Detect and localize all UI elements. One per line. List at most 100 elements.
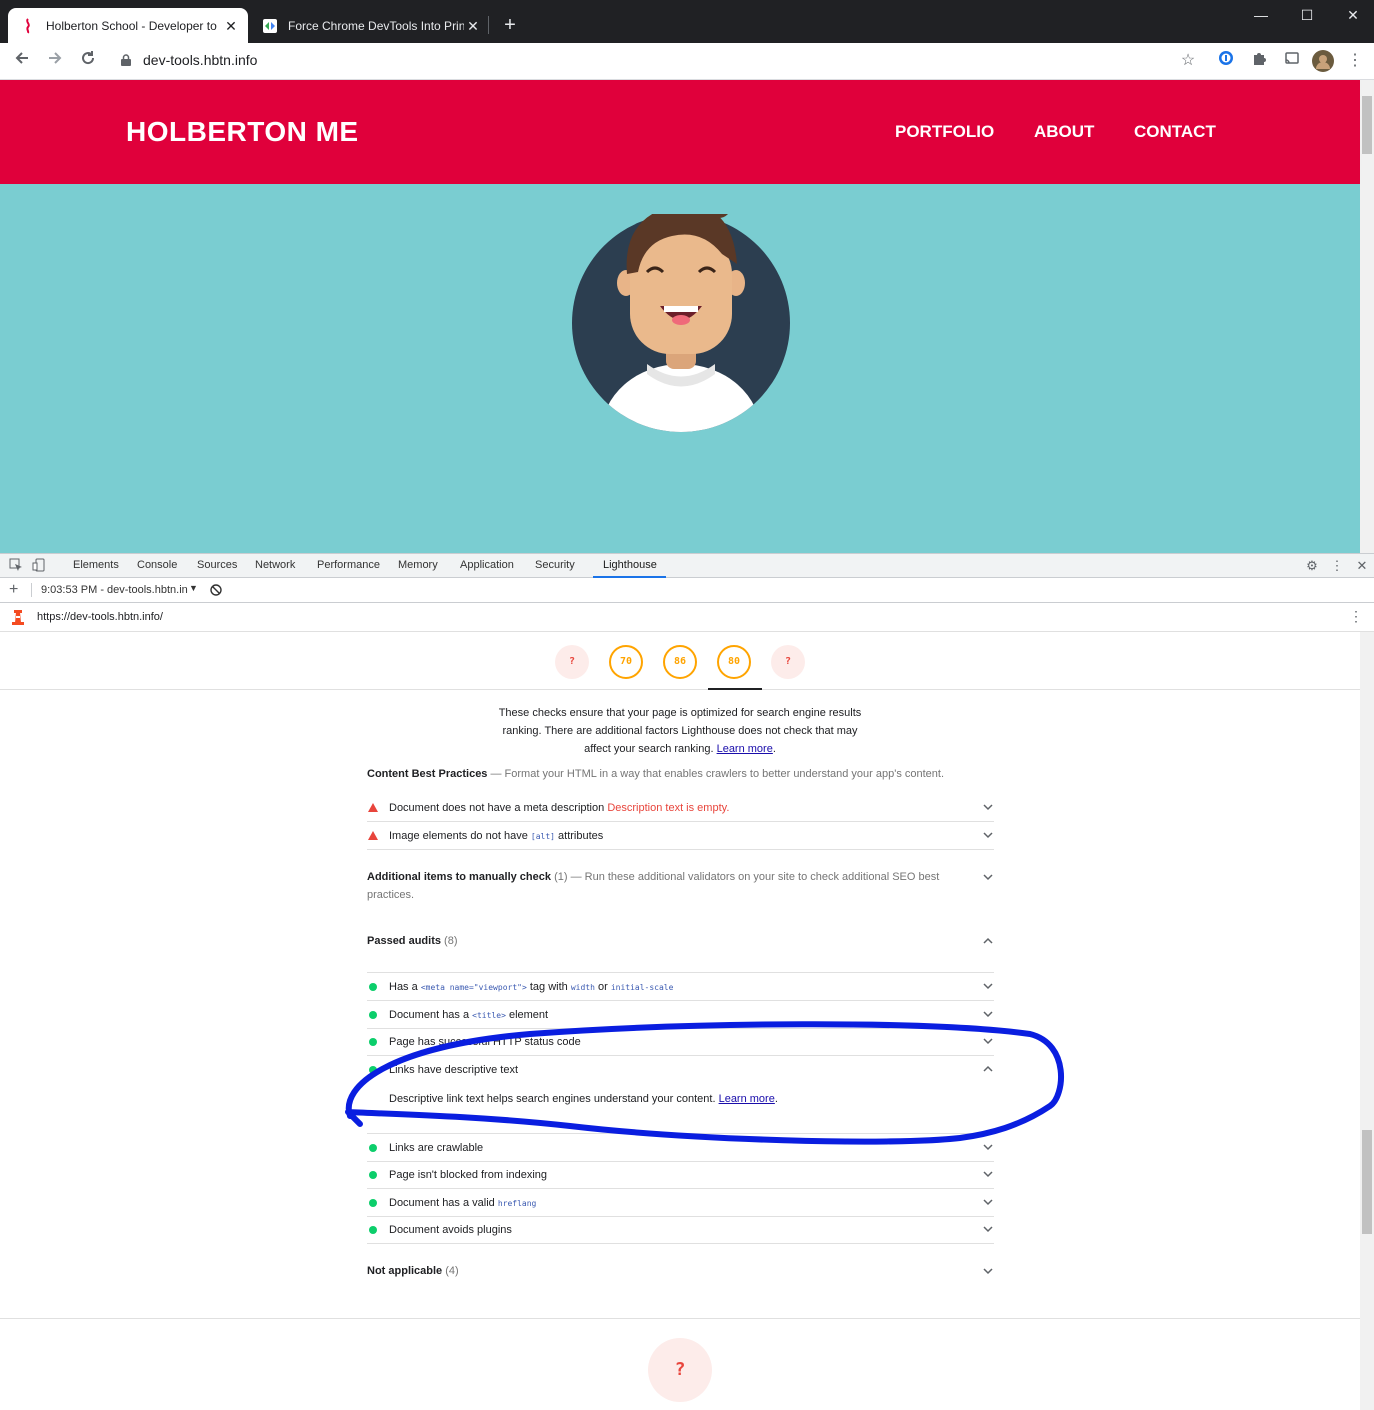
gauge-pwa[interactable]: ?	[771, 645, 805, 679]
new-tab-button[interactable]: +	[498, 14, 522, 38]
chevron-down-icon[interactable]	[982, 1168, 994, 1180]
chevron-down-icon[interactable]	[982, 1196, 994, 1208]
chevron-up-icon[interactable]	[982, 1063, 994, 1075]
gauge-best-practices[interactable]: 86	[663, 645, 697, 679]
gauge-performance[interactable]: ?	[555, 645, 589, 679]
report-scrollbar[interactable]	[1360, 632, 1374, 1410]
chevron-down-icon[interactable]	[982, 829, 994, 841]
tab-memory[interactable]: Memory	[398, 559, 438, 571]
passed-audits-header[interactable]: Passed audits (8)	[367, 932, 458, 950]
tab-network[interactable]: Network	[255, 559, 295, 571]
browser-tab-holberton[interactable]: Holberton School - Developer to ✕	[8, 8, 248, 43]
inspect-element-icon[interactable]	[8, 558, 24, 574]
back-icon[interactable]	[10, 50, 34, 72]
tab-security[interactable]: Security	[535, 559, 575, 571]
report-scroll-thumb[interactable]	[1362, 1130, 1372, 1234]
devtools-close-icon[interactable]: ✕	[1354, 558, 1370, 574]
audit-http-status[interactable]: Page has successful HTTP status code	[367, 1028, 994, 1056]
tab-console[interactable]: Console	[137, 559, 177, 571]
tab-lighthouse[interactable]: Lighthouse	[603, 559, 657, 571]
manual-check-header[interactable]: Additional items to manually check (1) —…	[367, 868, 947, 904]
tab-close-icon[interactable]: ✕	[222, 17, 240, 35]
audit-label: Document has a valid	[389, 1197, 495, 1209]
audit-label: Image elements do not have	[389, 830, 528, 842]
pass-dot-icon	[369, 1199, 377, 1207]
content-best-practices-header: Content Best Practices — Format your HTM…	[367, 765, 944, 783]
audit-hreflang[interactable]: Document has a valid hreflang	[367, 1189, 994, 1217]
chevron-down-icon[interactable]	[982, 1035, 994, 1047]
cast-icon[interactable]	[1280, 50, 1304, 72]
nav-about[interactable]: ABOUT	[1034, 122, 1094, 142]
page-scroll-thumb[interactable]	[1362, 96, 1372, 154]
report-selector[interactable]: 9:03:53 PM - dev-tools.hbtn.in	[41, 584, 188, 596]
close-window-button[interactable]: ✕	[1330, 0, 1374, 30]
dropdown-caret-icon[interactable]: ▼	[189, 583, 198, 593]
audit-code: <meta name="viewport">	[420, 983, 527, 992]
tab-application[interactable]: Application	[460, 559, 514, 571]
chevron-down-icon[interactable]	[982, 801, 994, 813]
tab-performance[interactable]: Performance	[317, 559, 380, 571]
tab-elements[interactable]: Elements	[73, 559, 119, 571]
chevron-down-icon[interactable]	[982, 1141, 994, 1153]
audit-link-text-expanded[interactable]: Links have descriptive text Descriptive …	[367, 1056, 994, 1134]
audit-document-title[interactable]: Document has a <title> element	[367, 1001, 994, 1029]
page-scrollbar[interactable]	[1360, 80, 1374, 553]
tab-separator	[488, 16, 489, 34]
chevron-down-icon[interactable]	[982, 1265, 994, 1277]
bookmark-star-icon[interactable]: ☆	[1176, 50, 1200, 72]
audit-label: Document has a	[389, 1009, 470, 1021]
lighthouse-logo-icon	[12, 610, 24, 625]
gauge-accessibility[interactable]: 70	[609, 645, 643, 679]
extensions-puzzle-icon[interactable]	[1247, 50, 1271, 72]
pass-dot-icon	[369, 1144, 377, 1152]
chevron-down-icon[interactable]	[982, 1008, 994, 1020]
audit-detail-text: Descriptive link text helps search engin…	[389, 1093, 716, 1105]
audit-image-alt[interactable]: Image elements do not have [alt] attribu…	[367, 822, 994, 850]
seo-description-text: These checks ensure that your page is op…	[498, 707, 862, 755]
devtools-menu-icon[interactable]: ⋮	[1329, 558, 1345, 574]
gauge-pwa-large[interactable]: ?	[648, 1338, 712, 1402]
settings-gear-icon[interactable]: ⚙	[1304, 558, 1320, 574]
toolbar-divider	[31, 583, 32, 597]
section-divider	[0, 1318, 1360, 1319]
chrome-menu-icon[interactable]: ⋮	[1343, 50, 1367, 72]
report-menu-icon[interactable]: ⋮	[1349, 608, 1363, 625]
lighthouse-url-bar: https://dev-tools.hbtn.info/ ⋮	[0, 603, 1374, 632]
devtools-tab-bar: Elements Console Sources Network Perform…	[0, 553, 1374, 578]
extension-1password-icon[interactable]	[1214, 50, 1238, 72]
not-applicable-header[interactable]: Not applicable (4)	[367, 1262, 459, 1280]
device-toolbar-icon[interactable]	[31, 558, 47, 574]
browser-tab-strip: Holberton School - Developer to ✕ Force …	[0, 0, 1374, 43]
audit-label: Links are crawlable	[389, 1142, 484, 1154]
tab-close-icon[interactable]: ✕	[464, 17, 482, 35]
new-report-plus-icon[interactable]: +	[9, 581, 18, 599]
site-brand[interactable]: HOLBERTON ME	[126, 116, 359, 148]
minimize-button[interactable]: —	[1238, 0, 1284, 30]
audit-label: Page has successful HTTP status code	[389, 1036, 581, 1048]
audit-label: element	[508, 1009, 549, 1021]
browser-tab-force-devtools[interactable]: Force Chrome DevTools Into Prin ✕	[250, 8, 490, 43]
profile-avatar[interactable]	[1311, 50, 1335, 72]
nav-portfolio[interactable]: PORTFOLIO	[895, 122, 994, 142]
lock-icon[interactable]	[121, 54, 131, 66]
url-text[interactable]: dev-tools.hbtn.info	[143, 52, 257, 68]
maximize-button[interactable]: ☐	[1284, 0, 1330, 30]
audit-crawlable-links[interactable]: Links are crawlable	[367, 1134, 994, 1162]
report-url[interactable]: https://dev-tools.hbtn.info/	[37, 611, 163, 623]
chevron-up-icon[interactable]	[982, 935, 994, 947]
tab-sources[interactable]: Sources	[197, 559, 237, 571]
audit-meta-description[interactable]: Document does not have a meta descriptio…	[367, 794, 994, 822]
seo-learn-more-link[interactable]: Learn more	[717, 743, 773, 755]
reload-icon[interactable]	[76, 50, 100, 72]
chevron-down-icon[interactable]	[982, 871, 994, 883]
audit-learn-more-link[interactable]: Learn more	[719, 1093, 775, 1105]
audit-indexing[interactable]: Page isn't blocked from indexing	[367, 1161, 994, 1189]
nav-contact[interactable]: CONTACT	[1134, 122, 1216, 142]
gauge-seo[interactable]: 80	[717, 645, 751, 679]
chevron-down-icon[interactable]	[982, 1223, 994, 1235]
audit-viewport[interactable]: Has a <meta name="viewport"> tag with wi…	[367, 973, 994, 1001]
clear-reports-icon[interactable]	[210, 584, 222, 596]
audit-plugins[interactable]: Document avoids plugins	[367, 1216, 994, 1244]
chevron-down-icon[interactable]	[982, 980, 994, 992]
forward-icon[interactable]	[43, 50, 67, 72]
